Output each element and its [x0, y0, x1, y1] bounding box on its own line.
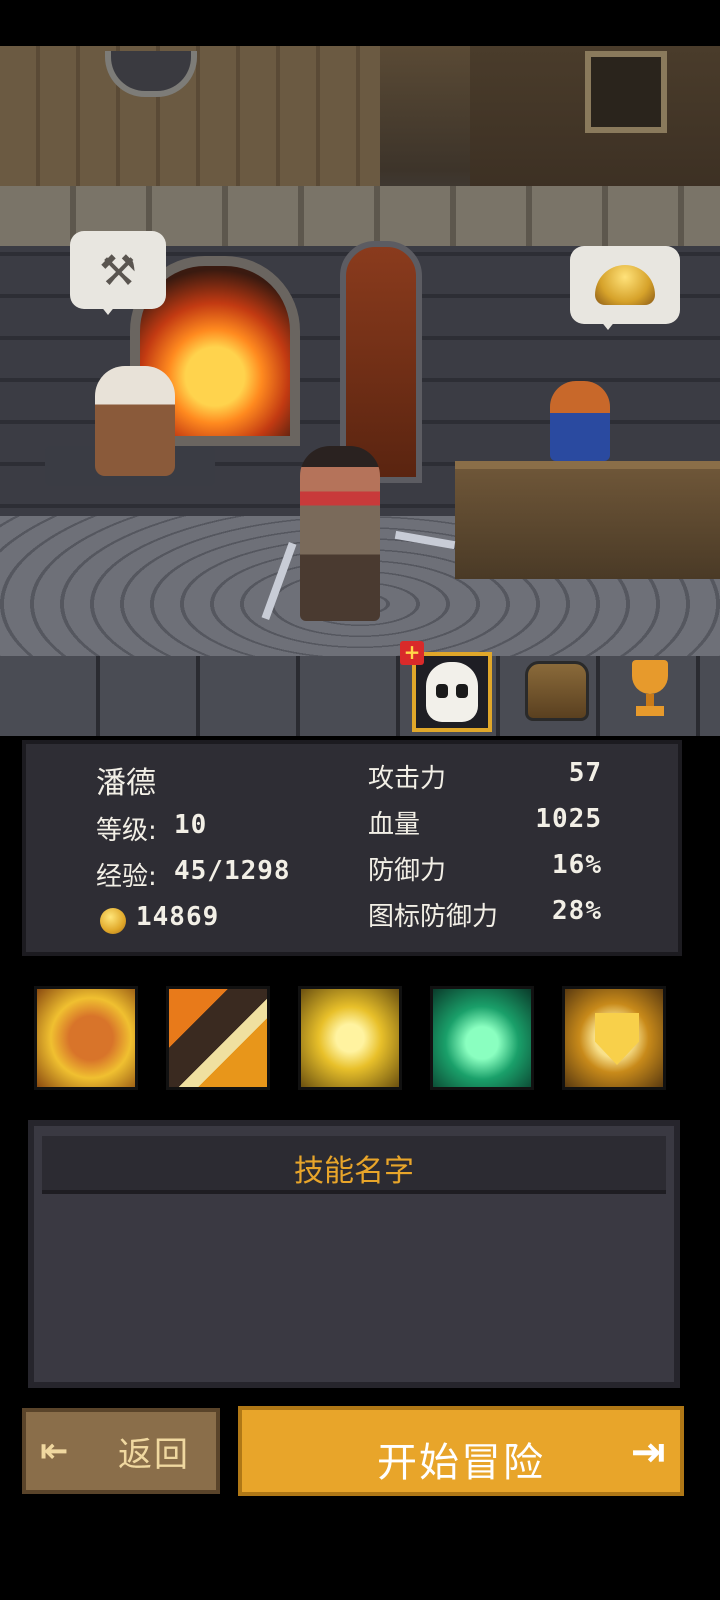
start-adventure-label: 开始冒险 — [377, 1440, 545, 1486]
hammer-icon: ⚒ — [99, 245, 137, 295]
xp-label: 经验: — [96, 862, 157, 892]
skill-name-title: 技能名字 — [294, 1154, 414, 1189]
new-badge: + — [400, 641, 424, 665]
back-label: 返回 — [118, 1434, 190, 1475]
enter-arrow-icon: ⇥ — [630, 1427, 666, 1476]
skill-shield-icon[interactable] — [562, 986, 666, 1090]
blacksmith-bubble[interactable]: ⚒ — [70, 231, 166, 315]
skill-potion-icon[interactable] — [430, 986, 534, 1090]
icon-defense-value: 28% — [552, 896, 602, 926]
merchant-npc[interactable] — [550, 381, 610, 461]
shop-bubble[interactable] — [570, 246, 680, 330]
hero-name: 潘德 — [96, 766, 156, 801]
tavern-scene: ⚒ — [0, 46, 720, 736]
start-adventure-button[interactable]: 开始冒险 ⇥ — [238, 1406, 684, 1496]
skull-icon — [426, 662, 478, 722]
shield-icon — [595, 1013, 639, 1065]
skill-rage-icon[interactable] — [34, 986, 138, 1090]
skill-title-bar: 技能名字 — [42, 1136, 666, 1194]
xp-value: 45/1298 — [174, 856, 291, 886]
defense-label: 防御力 — [368, 856, 447, 886]
level-label: 等级: — [96, 816, 157, 846]
icon-defense-label: 图标防御力 — [368, 902, 499, 932]
gold-bag-icon — [595, 265, 655, 305]
level-value: 10 — [174, 810, 208, 840]
skill-description-panel: 技能名字 — [28, 1120, 680, 1388]
coin-icon — [100, 908, 126, 934]
hero-character — [300, 446, 380, 621]
skill-row — [34, 986, 674, 1096]
top-window — [585, 51, 667, 133]
character-select-button[interactable] — [412, 652, 492, 732]
shop-counter — [455, 461, 720, 579]
backpack-icon — [525, 661, 589, 721]
back-button[interactable]: ⇤ 返回 — [22, 1408, 220, 1494]
skill-blade-icon[interactable] — [166, 986, 270, 1090]
exit-arrow-icon: ⇤ — [40, 1431, 69, 1471]
attack-value: 57 — [568, 758, 602, 788]
attack-label: 攻击力 — [368, 764, 447, 794]
gold-value: 14869 — [136, 902, 220, 932]
inventory-button[interactable] — [525, 660, 589, 722]
blacksmith-npc[interactable] — [95, 366, 175, 476]
trophy-icon — [628, 660, 672, 716]
hp-value: 1025 — [535, 804, 602, 834]
hp-label: 血量 — [368, 810, 421, 840]
skill-burst-icon[interactable] — [298, 986, 402, 1090]
defense-value: 16% — [552, 850, 602, 880]
stats-panel: 潘德 等级: 10 经验: 45/1298 14869 攻击力 57 血量 10… — [22, 740, 682, 956]
floor-edge — [0, 656, 720, 736]
achievements-button[interactable] — [620, 655, 680, 721]
